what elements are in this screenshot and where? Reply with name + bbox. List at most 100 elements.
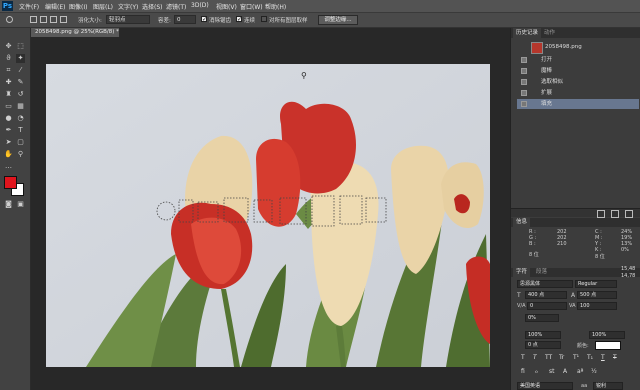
- history-brush-icon[interactable]: ↺: [16, 90, 25, 99]
- eraser-tool-icon[interactable]: ▭: [4, 102, 13, 111]
- history-footer: [511, 208, 640, 218]
- ordinal-icon[interactable]: aª: [577, 368, 584, 375]
- tracking-input[interactable]: 100: [577, 302, 617, 310]
- sample-size-select[interactable]: 轻羽点: [106, 15, 150, 24]
- sample-size-label: 羽化大小:: [78, 18, 102, 24]
- menu-layer[interactable]: 图层(L): [93, 2, 113, 11]
- menu-select[interactable]: 选择(S): [142, 2, 163, 11]
- hand-tool-icon[interactable]: ✋: [4, 150, 13, 159]
- lasso-tool-icon[interactable]: ϑ: [4, 54, 13, 63]
- font-size-input[interactable]: 400 点: [525, 291, 567, 299]
- brush-tool-icon[interactable]: ✎: [16, 78, 25, 87]
- document-tab-label: 2058498.png @ 25%(RGB/8) *: [35, 29, 119, 35]
- right-panel: 历史记录 动作 2058498.png 打开 魔棒 选取相似 扩展 填充 信息 …: [510, 28, 640, 390]
- menu-bar: Ps 文件(F) 编辑(E) 图像(I) 图层(L) 文字(Y) 选择(S) 滤…: [0, 0, 640, 13]
- healing-brush-icon[interactable]: ✚: [4, 78, 13, 87]
- kerning-input[interactable]: 0: [527, 302, 567, 310]
- crop-tool-icon[interactable]: ⌗: [4, 66, 13, 75]
- text-color-swatch[interactable]: [595, 341, 621, 350]
- magic-wand-icon[interactable]: [6, 16, 13, 23]
- font-style-select[interactable]: Regular: [575, 280, 617, 288]
- stamp-tool-icon[interactable]: ♜: [4, 90, 13, 99]
- horizontal-scale-input[interactable]: 100%: [589, 331, 625, 339]
- trash-icon[interactable]: [625, 210, 633, 218]
- gradient-tool-icon[interactable]: ▦: [16, 102, 25, 111]
- font-family-select[interactable]: 思源黑体: [517, 280, 573, 288]
- tab-paragraph[interactable]: 段落: [533, 268, 550, 277]
- scale-percent-input[interactable]: 0%: [525, 314, 559, 322]
- small-caps-icon[interactable]: Tr: [559, 354, 564, 361]
- menu-help[interactable]: 帮助(H): [265, 2, 286, 11]
- tab-character[interactable]: 字符: [513, 268, 531, 277]
- stylistic-icon[interactable]: st: [549, 368, 554, 375]
- history-item-3[interactable]: 扩展: [517, 88, 639, 98]
- screen-mode-icon[interactable]: ▣: [16, 200, 25, 209]
- leading-input[interactable]: 500 点: [577, 291, 617, 299]
- history-item-1[interactable]: 魔棒: [517, 66, 639, 76]
- eyedropper-tool-icon[interactable]: ⁄: [16, 66, 25, 75]
- language-select[interactable]: 美国英语: [517, 382, 573, 390]
- history-item-4[interactable]: 填充: [517, 99, 639, 109]
- tolerance-input[interactable]: 0: [174, 15, 196, 24]
- ruler-value-2: 14,78: [621, 273, 636, 279]
- snapshot-label: 2058498.png: [545, 44, 582, 50]
- ligature-icon[interactable]: fi: [521, 368, 525, 375]
- history-snapshot[interactable]: 2058498.png: [517, 41, 639, 54]
- dodge-tool-icon[interactable]: ◔: [16, 114, 25, 123]
- options-bar: 羽化大小: 轻羽点 容差: 0 ✓ 消除锯齿 ✓ 连续 对所有图层取样 调整边缘…: [0, 13, 640, 28]
- add-selection-icon[interactable]: [40, 16, 47, 23]
- shape-tool-icon[interactable]: ▢: [16, 138, 25, 147]
- strikethrough-icon[interactable]: T: [613, 354, 617, 361]
- document-tab[interactable]: 2058498.png @ 25%(RGB/8) *: [31, 28, 120, 37]
- subscript-icon[interactable]: T₁: [587, 354, 593, 361]
- leading-icon: A: [571, 292, 576, 299]
- menu-image[interactable]: 图像(I): [69, 2, 87, 11]
- tab-info[interactable]: 信息: [513, 218, 531, 227]
- magic-wand-tool-icon[interactable]: ✦: [16, 54, 25, 63]
- marquee-tool-icon[interactable]: ⬚: [16, 42, 25, 51]
- contiguous-checkbox[interactable]: ✓: [236, 16, 242, 23]
- faux-italic-icon[interactable]: T: [533, 354, 537, 361]
- canvas[interactable]: ⚲: [46, 64, 490, 367]
- menu-3d[interactable]: 3D(D): [191, 2, 209, 9]
- path-select-icon[interactable]: ➤: [4, 138, 13, 147]
- history-item-0[interactable]: 打开: [517, 55, 639, 65]
- pen-tool-icon[interactable]: ✒: [4, 126, 13, 135]
- antialias-method-select[interactable]: 锐利: [593, 382, 623, 390]
- fraction-icon[interactable]: ½: [591, 368, 597, 375]
- titling-icon[interactable]: A: [563, 368, 567, 375]
- menu-window[interactable]: 窗口(W): [240, 2, 263, 11]
- new-document-icon[interactable]: [611, 210, 619, 218]
- type-tool-icon[interactable]: T: [16, 126, 25, 135]
- kerning-icon: V/A: [517, 303, 526, 309]
- history-item-2[interactable]: 选取相似: [517, 77, 639, 87]
- aa-icon: aa: [581, 383, 588, 389]
- zoom-tool-icon[interactable]: ⚲: [16, 150, 25, 159]
- swash-icon[interactable]: ℴ: [535, 368, 538, 375]
- baseline-shift-input[interactable]: 0 点: [525, 341, 561, 349]
- snapshot-camera-icon[interactable]: [597, 210, 605, 218]
- tab-actions[interactable]: 动作: [541, 28, 558, 38]
- underline-icon[interactable]: T: [601, 354, 605, 361]
- quick-mask-icon[interactable]: ◙: [4, 200, 13, 209]
- refine-edge-button[interactable]: 调整边缘...: [318, 15, 358, 25]
- vertical-scale-input[interactable]: 100%: [525, 331, 561, 339]
- blur-tool-icon[interactable]: ●: [4, 114, 13, 123]
- antialias-checkbox[interactable]: ✓: [201, 16, 207, 23]
- new-selection-icon[interactable]: [30, 16, 37, 23]
- menu-edit[interactable]: 编辑(E): [45, 2, 65, 11]
- tab-history[interactable]: 历史记录: [513, 28, 542, 38]
- faux-bold-icon[interactable]: T: [521, 354, 525, 361]
- menu-filter[interactable]: 滤镜(T): [166, 2, 186, 11]
- intersect-selection-icon[interactable]: [60, 16, 67, 23]
- superscript-icon[interactable]: T¹: [573, 354, 579, 361]
- sample-all-checkbox[interactable]: [261, 16, 267, 22]
- menu-view[interactable]: 视图(V): [216, 2, 237, 11]
- more-tools-icon[interactable]: …: [4, 162, 13, 171]
- subtract-selection-icon[interactable]: [50, 16, 57, 23]
- all-caps-icon[interactable]: TT: [545, 354, 552, 361]
- move-tool-icon[interactable]: ✥: [4, 42, 13, 51]
- menu-file[interactable]: 文件(F): [19, 2, 39, 11]
- foreground-color-swatch[interactable]: [4, 176, 17, 189]
- menu-type[interactable]: 文字(Y): [118, 2, 138, 11]
